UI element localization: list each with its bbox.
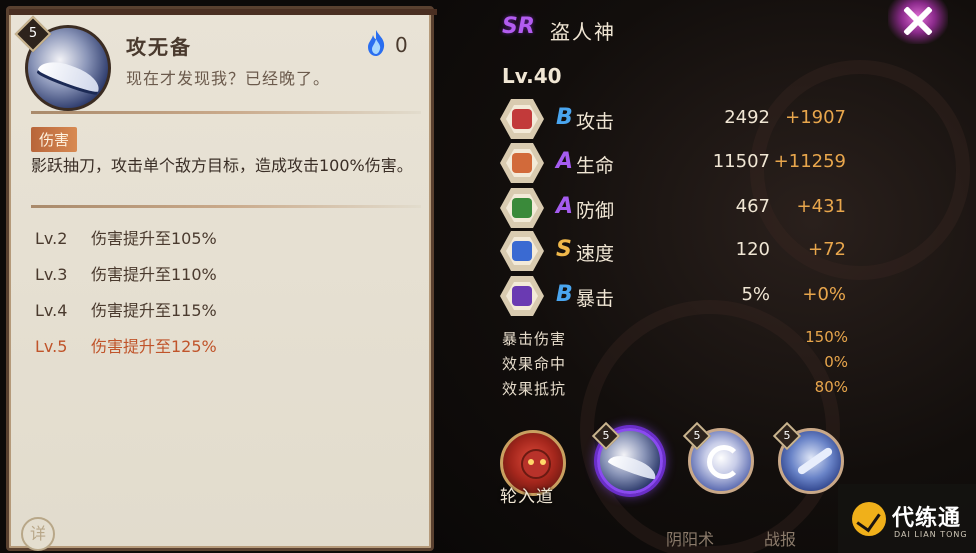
sub-stat-row: 效果命中 0%: [502, 353, 848, 374]
skill-type-tag: 伤害: [31, 127, 78, 152]
stat-label: 防御: [576, 200, 615, 222]
rarity-badge: SR: [502, 14, 535, 39]
stat-base-value: 11507: [712, 151, 770, 172]
upgrade-level: Lv.2: [35, 229, 68, 248]
stat-bonus-value: +431: [796, 196, 846, 217]
upgrade-text: 伤害提升至125%: [91, 337, 217, 356]
stat-grade: A: [556, 149, 574, 174]
stat-row-speed: S 速度 120 +72: [500, 231, 860, 271]
stat-bonus-value: +11259: [773, 151, 846, 172]
stat-label: 暴击: [576, 288, 615, 310]
stat-bonus-value: +72: [808, 239, 846, 260]
sub-stat-value: 150%: [805, 328, 848, 346]
skill-detail-panel: 5 攻无备 现在才发现我？已经晚了。 0 伤害 影跃抽刀，攻击单个敌方目标，造成…: [6, 6, 437, 551]
sub-stat-label: 效果抵抗: [502, 380, 567, 398]
skill-name: 攻无备: [126, 35, 192, 59]
crit-icon: [500, 276, 544, 316]
stat-label: 速度: [576, 243, 615, 265]
stat-base-value: 120: [735, 239, 770, 260]
panel-top-border: [9, 9, 437, 15]
watermark: 代练通 DAI LIAN TONG: [838, 484, 976, 553]
stat-label: 攻击: [576, 111, 615, 133]
shikigami-name: 盗人神: [550, 20, 616, 44]
divider: [31, 111, 421, 114]
watermark-text: 代练通: [892, 506, 962, 531]
upgrade-text: 伤害提升至115%: [91, 301, 217, 320]
upgrade-row: Lv.2 伤害提升至105%: [35, 225, 217, 249]
stat-bonus-value: +1907: [785, 107, 846, 128]
stat-row-crit: B 暴击 5% +0%: [500, 276, 860, 316]
upgrade-level: Lv.5: [35, 337, 68, 356]
stat-grade: B: [556, 282, 573, 307]
upgrade-level: Lv.4: [35, 301, 68, 320]
stat-row-defense: A 防御 467 +431: [500, 188, 860, 228]
stat-bonus-value: +0%: [802, 284, 846, 305]
skill-description: 影跃抽刀，攻击单个敌方目标，造成攻击100%伤害。: [31, 156, 413, 175]
skill-level-value: 5: [602, 429, 610, 442]
sub-stat-row: 效果抵抗 80%: [502, 378, 848, 399]
watermark-subtext: DAI LIAN TONG: [894, 530, 968, 539]
upgrade-level: Lv.3: [35, 265, 68, 284]
sub-stat-value: 80%: [814, 378, 848, 396]
swirl-icon: [707, 445, 741, 479]
stat-label: 生命: [576, 155, 615, 177]
blade-graphic: [36, 55, 104, 95]
sword-icon: [607, 450, 659, 482]
stat-base-value: 467: [735, 196, 770, 217]
upgrade-row-current: Lv.5 伤害提升至125%: [35, 333, 217, 357]
stat-grade: A: [556, 194, 574, 219]
attack-icon: [500, 99, 544, 139]
speed-icon: [500, 231, 544, 271]
sub-stat-label: 效果命中: [502, 355, 567, 373]
sub-stat-value: 0%: [824, 353, 848, 371]
skill-level-value: 5: [783, 429, 791, 442]
tab-onmyoji-arts[interactable]: 阴阳术: [666, 526, 714, 550]
sub-stat-label: 暴击伤害: [502, 330, 567, 348]
health-icon: [500, 143, 544, 183]
stat-row-attack: B 攻击 2492 +1907: [500, 99, 860, 139]
stat-grade: B: [556, 105, 573, 130]
stat-row-health: A 生命 11507 +11259: [500, 143, 860, 183]
skill-level-value: 5: [693, 429, 701, 442]
close-button[interactable]: [888, 0, 948, 44]
skill-level-value: 5: [28, 26, 38, 41]
upgrade-text: 伤害提升至105%: [91, 229, 217, 248]
tab-battle-report[interactable]: 战报: [764, 526, 796, 550]
stat-grade: S: [556, 237, 572, 262]
stat-base-value: 5%: [741, 284, 770, 305]
fire-cost: 0: [395, 33, 408, 57]
oni-mask-icon: [521, 449, 551, 479]
onibi-fire-icon: [368, 30, 385, 56]
dart-icon: [796, 446, 834, 476]
upgrade-row: Lv.4 伤害提升至115%: [35, 297, 217, 321]
stat-base-value: 2492: [724, 107, 770, 128]
skill-quote: 现在才发现我？已经晚了。: [126, 69, 331, 88]
sub-stat-row: 暴击伤害 150%: [502, 328, 848, 349]
soul-label: 轮入道: [500, 487, 554, 507]
divider: [31, 205, 421, 208]
detail-button[interactable]: 详: [21, 517, 55, 551]
shikigami-level: Lv.40: [502, 64, 562, 88]
watermark-logo-icon: [852, 502, 886, 536]
defense-icon: [500, 188, 544, 228]
upgrade-text: 伤害提升至110%: [91, 265, 217, 284]
upgrade-row: Lv.3 伤害提升至110%: [35, 261, 217, 285]
